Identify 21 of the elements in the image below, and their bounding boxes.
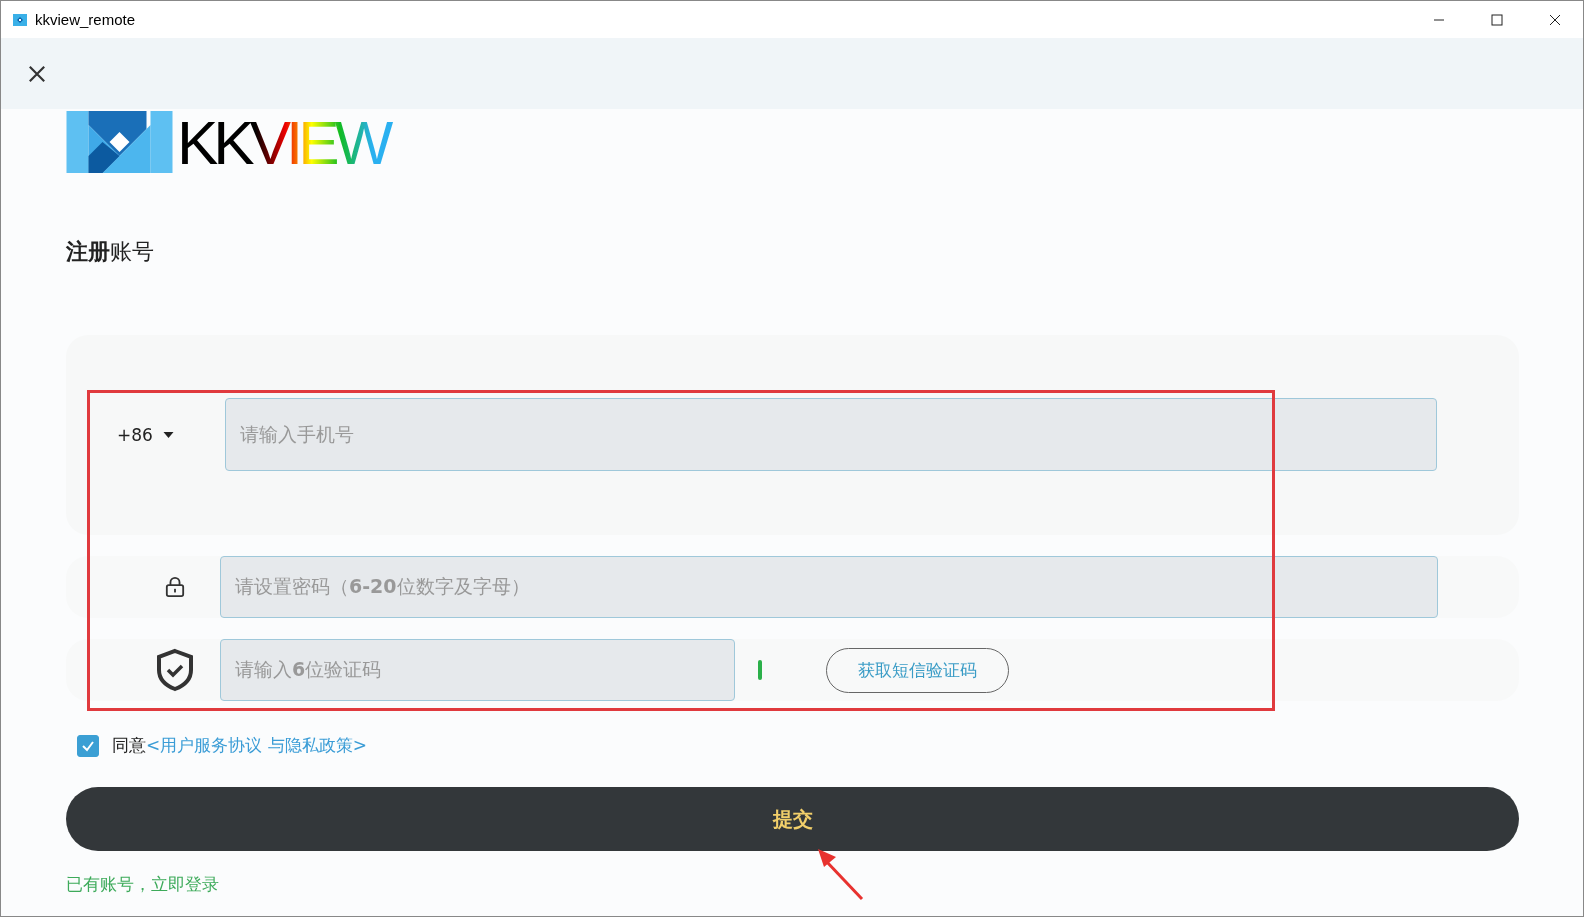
caret-icon — [162, 431, 174, 438]
country-code-dropdown[interactable]: +86 — [66, 398, 225, 471]
shield-check-icon — [155, 648, 195, 692]
window-title: kkview_remote — [35, 11, 136, 28]
page-heading: 注册账号 — [66, 238, 155, 266]
agreement-label: 同意 — [112, 734, 146, 757]
terms-link[interactable]: <用户服务协议 与隐私政策> — [146, 734, 367, 757]
password-input-field[interactable]: 请设置密码（6-20位数字及字母） — [220, 556, 1438, 618]
close-icon[interactable] — [28, 64, 46, 83]
code-input-field[interactable]: 请输入6位验证码 — [220, 639, 735, 701]
submit-button[interactable]: 提交 — [66, 787, 1519, 851]
annotation-arrow — [816, 847, 866, 901]
phone-input-field[interactable]: 请输入手机号 — [225, 398, 1437, 471]
close-icon[interactable] — [1549, 13, 1561, 26]
text-cursor — [758, 660, 762, 680]
agreement-checkbox[interactable] — [77, 734, 99, 757]
logo-icon — [66, 111, 173, 173]
login-link[interactable]: 已有账号，立即登录 — [66, 873, 1519, 896]
maximize-icon[interactable] — [1491, 13, 1503, 26]
lock-icon — [165, 576, 185, 598]
app-icon — [13, 13, 27, 26]
